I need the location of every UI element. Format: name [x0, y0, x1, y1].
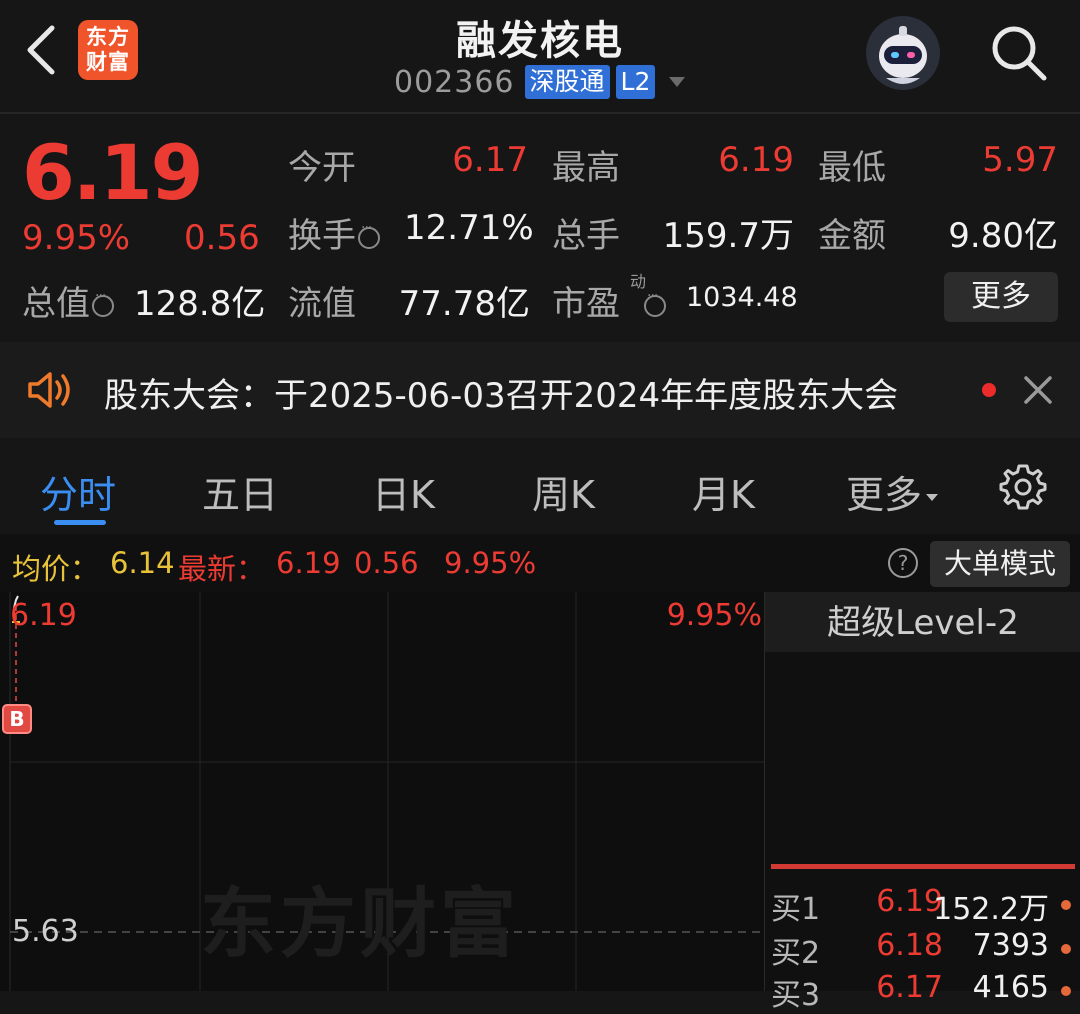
high-value: 6.19 — [718, 140, 794, 180]
latest-label: 最新： — [178, 552, 266, 586]
active-tab-indicator — [54, 520, 106, 525]
total-mv-label-text: 总值 — [22, 284, 90, 324]
tab-five-day[interactable]: 五日 — [202, 464, 278, 519]
low-label: 最低 — [818, 148, 886, 188]
chart-top-percent: 9.95% — [666, 598, 762, 633]
level2-title[interactable]: 超级Level-2 — [765, 592, 1080, 652]
header-divider — [0, 112, 1080, 114]
change-percent: 9.95% — [22, 218, 131, 258]
tab-more-label: 更多 — [846, 473, 923, 517]
tab-weekly-k[interactable]: 周K — [532, 464, 595, 519]
turnover-label-text: 换手 — [288, 216, 356, 256]
avg-price-value: 6.14 — [110, 546, 175, 580]
big-order-mode-button[interactable]: 大单模式 — [930, 541, 1070, 587]
stock-subtitle[interactable]: 002366 深股通 L2 — [394, 62, 686, 102]
bid-volume: 152.2万 — [933, 892, 1049, 927]
chart-top-price: 6.19 — [10, 598, 77, 633]
buy-marker[interactable]: B — [2, 704, 32, 734]
stock-code: 002366 — [394, 64, 515, 100]
chart-tabs: 分时 五日 日K 周K 月K 更多 — [0, 440, 1080, 532]
close-icon[interactable] — [1020, 372, 1056, 408]
tab-daily-k[interactable]: 日K — [372, 464, 435, 519]
bid-label: 买1 — [771, 892, 821, 927]
float-mv-value: 77.78亿 — [398, 284, 530, 324]
open-label: 今开 — [288, 148, 356, 188]
app-logo[interactable]: 东方 财富 — [78, 20, 138, 80]
latest-price: 6.19 — [276, 546, 341, 580]
change-amount: 0.56 — [184, 218, 260, 258]
watermark-logo: 东方财富 — [200, 879, 520, 968]
connect-tag: 深股通 — [524, 65, 610, 99]
total-mv-label[interactable]: 总值 — [22, 276, 114, 325]
info-icon[interactable] — [92, 288, 114, 317]
app-header: 东方 财富 融发核电 002366 深股通 L2 — [0, 0, 1080, 112]
caret-down-icon — [926, 494, 939, 501]
assistant-robot-icon[interactable] — [866, 16, 940, 90]
info-icon[interactable] — [644, 288, 666, 317]
bid-ask-divider — [771, 864, 1075, 869]
gear-icon[interactable] — [998, 462, 1048, 512]
pe-label-text: 市盈 — [552, 284, 620, 324]
pe-superscript: 动 — [630, 272, 647, 291]
amount-label: 金额 — [818, 216, 886, 256]
unread-dot — [982, 383, 996, 397]
stock-name: 融发核电 — [456, 18, 624, 64]
order-book-row: 买1 6.19 152.2万 — [771, 884, 1075, 928]
bid-volume: 7393 — [972, 928, 1049, 963]
activity-dot — [1061, 900, 1071, 910]
amount-value: 9.80亿 — [948, 216, 1058, 256]
tab-intraday[interactable]: 分时 — [40, 464, 116, 519]
info-icon[interactable] — [358, 220, 380, 249]
pe-label[interactable]: 市盈 — [552, 276, 666, 325]
total-mv-value: 128.8亿 — [134, 284, 266, 324]
volume-value: 159.7万 — [662, 216, 794, 256]
latest-percent: 9.95% — [444, 546, 537, 580]
speaker-icon — [28, 372, 70, 408]
activity-dot — [1061, 944, 1071, 954]
search-icon[interactable] — [986, 20, 1050, 84]
current-price: 6.19 — [22, 128, 204, 217]
more-quote-button[interactable]: 更多 — [944, 272, 1058, 322]
pe-value: 1034.48 — [686, 282, 798, 313]
order-book-row: 买2 6.18 7393 — [771, 928, 1075, 972]
chevron-down-icon[interactable] — [669, 77, 686, 87]
tab-more[interactable]: 更多 — [846, 464, 939, 519]
level2-tag: L2 — [615, 65, 656, 99]
notice-banner[interactable]: 股东大会：于2025-06-03召开2024年年度股东大会 — [0, 342, 1080, 438]
prev-close-label: 5.63 — [12, 914, 79, 949]
intraday-summary-bar: 均价： 6.14 最新： 6.19 0.56 9.95% — [0, 534, 1080, 593]
bid-label: 买3 — [771, 978, 821, 1013]
bid-price: 6.17 — [876, 970, 943, 1005]
activity-dot — [1061, 986, 1071, 996]
bid-volume: 4165 — [972, 970, 1049, 1005]
latest-change: 0.56 — [354, 546, 419, 580]
high-label: 最高 — [552, 148, 620, 188]
bid-label: 买2 — [771, 936, 821, 971]
level2-panel: 超级Level-2 买1 6.19 152.2万 买2 6.18 7393 买3… — [764, 592, 1080, 1013]
open-value: 6.17 — [452, 140, 528, 180]
low-value: 5.97 — [982, 140, 1058, 180]
bid-price: 6.18 — [876, 928, 943, 963]
back-arrow-icon[interactable] — [20, 22, 64, 78]
tab-monthly-k[interactable]: 月K — [692, 464, 755, 519]
help-icon[interactable]: ? — [888, 548, 918, 578]
intraday-chart[interactable]: 东方财富 6.19 9.95% 5.63 B — [0, 592, 764, 991]
notice-text: 股东大会：于2025-06-03召开2024年年度股东大会 — [104, 376, 899, 416]
volume-label: 总手 — [552, 216, 620, 256]
turnover-value: 12.71% — [404, 208, 534, 248]
float-mv-label: 流值 — [288, 284, 356, 324]
avg-price-label: 均价： — [12, 552, 100, 586]
turnover-label[interactable]: 换手 — [288, 208, 380, 257]
order-book-row: 买3 6.17 4165 — [771, 970, 1075, 1014]
